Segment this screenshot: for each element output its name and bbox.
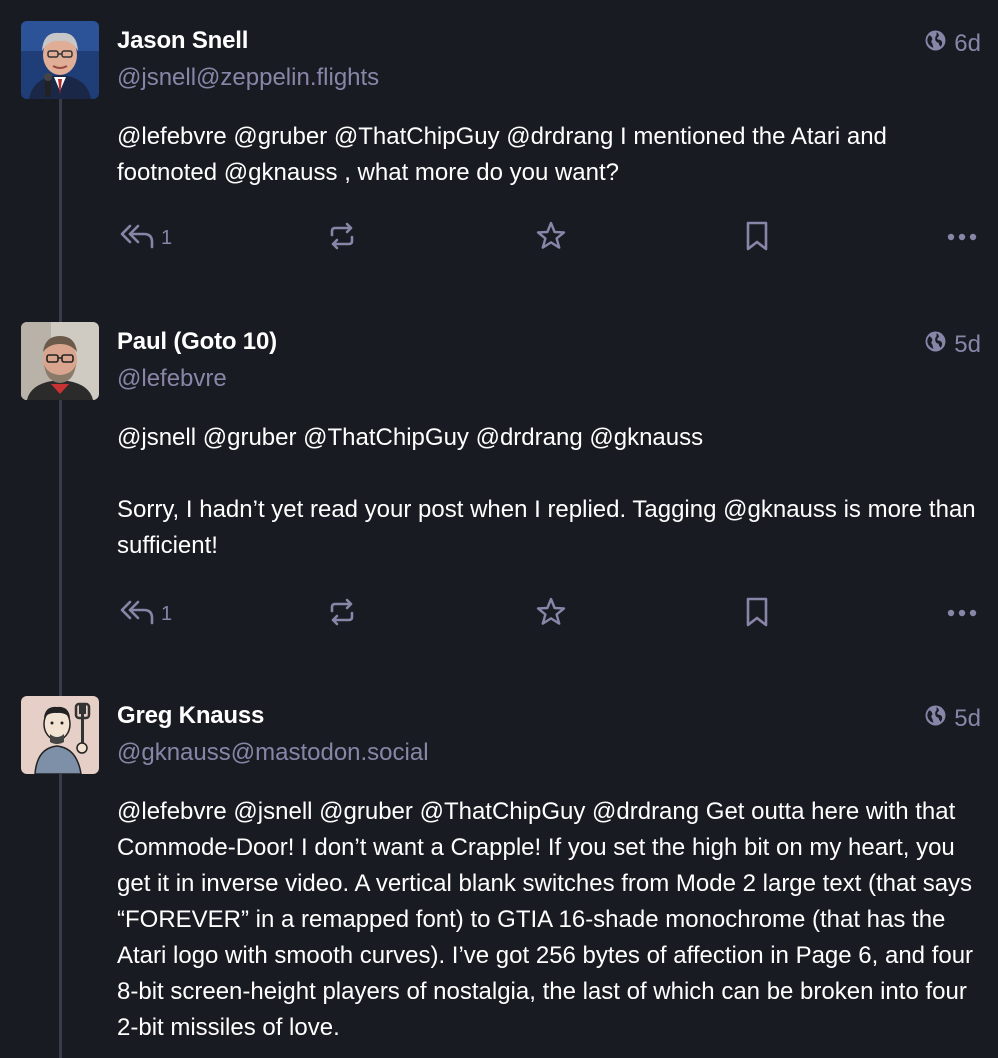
globe-icon (925, 30, 946, 58)
relative-time[interactable]: 5d (954, 705, 981, 733)
mention-link[interactable]: @drdrang (592, 798, 699, 825)
post-text (469, 424, 476, 451)
post-content: @lefebvre @jsnell @gruber @ThatChipGuy @… (117, 794, 987, 1046)
boost-icon (327, 597, 357, 632)
ellipsis-icon (946, 605, 978, 623)
post-paragraph: @jsnell @gruber @ThatChipGuy @drdrang @g… (117, 420, 987, 456)
display-name[interactable]: Greg Knauss (117, 702, 264, 730)
post-paragraph: @lefebvre @jsnell @gruber @ThatChipGuy @… (117, 794, 987, 1046)
post-text: , what more do you want? (337, 159, 620, 186)
globe-icon (925, 705, 946, 733)
account-handle[interactable]: @lefebvre (117, 365, 227, 393)
bookmark-button[interactable] (744, 594, 770, 634)
post-content: @jsnell @gruber @ThatChipGuy @drdrang @g… (117, 420, 987, 564)
post-text (585, 798, 592, 825)
avatar[interactable] (21, 696, 99, 774)
mention-link[interactable]: @gknauss (224, 159, 338, 186)
reply-button[interactable]: 1 (119, 218, 172, 258)
display-name[interactable]: Paul (Goto 10) (117, 328, 277, 356)
star-icon (535, 220, 567, 257)
post-paragraph: @lefebvre @gruber @ThatChipGuy @drdrang … (117, 119, 987, 191)
display-name[interactable]: Jason Snell (117, 27, 248, 55)
mention-link[interactable]: @jsnell (117, 424, 196, 451)
account-handle[interactable]: @gknauss@mastodon.social (117, 739, 429, 767)
status-post: Jason Snell @jsnell@zeppelin.flights 6d … (0, 21, 998, 271)
reply-all-icon (119, 599, 155, 630)
relative-time[interactable]: 6d (954, 30, 981, 58)
mention-link[interactable]: @gruber (233, 123, 327, 150)
relative-time[interactable]: 5d (954, 331, 981, 359)
action-bar: 1 (117, 594, 982, 634)
bookmark-button[interactable] (744, 218, 770, 258)
reply-all-icon (119, 223, 155, 254)
mention-link[interactable]: @ThatChipGuy (420, 798, 586, 825)
mention-link[interactable]: @gknauss (589, 424, 703, 451)
favourite-button[interactable] (535, 594, 567, 634)
status-post: Paul (Goto 10) @lefebvre 5d @jsnell @gru… (0, 322, 998, 652)
favourite-button[interactable] (535, 218, 567, 258)
action-bar: 1 (117, 218, 982, 258)
mention-link[interactable]: @lefebvre (117, 123, 227, 150)
post-text: Get outta here with that Commode-Door! I… (117, 798, 974, 1041)
boost-icon (327, 221, 357, 256)
mention-link[interactable]: @drdrang (476, 424, 583, 451)
boost-button[interactable] (327, 594, 357, 634)
post-paragraph: Sorry, I hadn’t yet read your post when … (117, 492, 987, 564)
ellipsis-icon (946, 229, 978, 247)
bookmark-icon (744, 596, 770, 633)
avatar[interactable] (21, 21, 99, 99)
post-meta[interactable]: 5d (925, 705, 981, 733)
mention-link[interactable]: @gknauss (723, 496, 837, 523)
more-options-button[interactable] (946, 218, 978, 258)
boost-button[interactable] (327, 218, 357, 258)
post-content: @lefebvre @gruber @ThatChipGuy @drdrang … (117, 119, 987, 191)
reply-count: 1 (161, 226, 173, 249)
bookmark-icon (744, 220, 770, 257)
mention-link[interactable]: @ThatChipGuy (334, 123, 500, 150)
star-icon (535, 596, 567, 633)
mention-link[interactable]: @jsnell (233, 798, 312, 825)
post-text (327, 123, 334, 150)
reply-button[interactable]: 1 (119, 594, 172, 634)
status-post: Greg Knauss @gknauss@mastodon.social 5d … (0, 696, 998, 1058)
account-handle[interactable]: @jsnell@zeppelin.flights (117, 64, 379, 92)
post-text (196, 424, 203, 451)
mention-link[interactable]: @drdrang (506, 123, 613, 150)
globe-icon (925, 331, 946, 359)
reply-count: 1 (161, 602, 173, 625)
mention-link[interactable]: @lefebvre (117, 798, 227, 825)
avatar[interactable] (21, 322, 99, 400)
more-options-button[interactable] (946, 594, 978, 634)
mention-link[interactable]: @gruber (319, 798, 413, 825)
post-text (413, 798, 420, 825)
post-text: Sorry, I hadn’t yet read your post when … (117, 496, 724, 523)
post-meta[interactable]: 5d (925, 331, 981, 359)
mention-link[interactable]: @ThatChipGuy (303, 424, 469, 451)
mention-link[interactable]: @gruber (203, 424, 297, 451)
post-meta[interactable]: 6d (925, 30, 981, 58)
